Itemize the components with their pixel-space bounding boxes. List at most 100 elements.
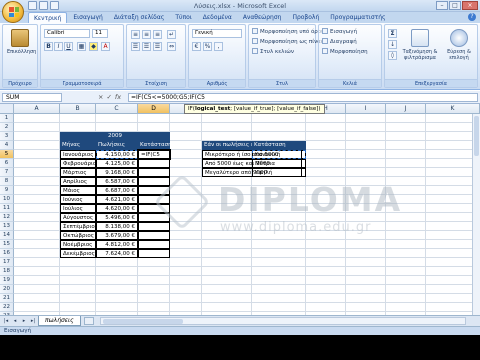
sales-cell[interactable]: 7.624,00 € (96, 249, 138, 258)
align-center-icon[interactable]: ☰ (142, 42, 151, 51)
sales-cell[interactable]: 4.125,00 € (96, 159, 138, 168)
paste-button[interactable]: Επικόλληση (7, 28, 36, 68)
office-button[interactable] (2, 1, 24, 23)
month-cell[interactable]: Αύγουστος (60, 213, 96, 222)
help-icon[interactable]: ? (468, 13, 476, 21)
row-header[interactable]: 11 (0, 204, 14, 213)
status-cell[interactable] (138, 249, 170, 258)
month-cell[interactable]: Μάιος (60, 186, 96, 195)
worksheet-grid[interactable]: ABCDEFGHIJK 1234567891011121314151617181… (0, 104, 480, 315)
sales-cell[interactable]: 4.620,00 € (96, 204, 138, 213)
borders-icon[interactable]: ▦ (77, 42, 86, 51)
tab-developer[interactable]: Προγραμματιστής (325, 12, 390, 23)
format-as-table-button[interactable]: Μορφοποίηση ως πίνακα (252, 38, 328, 46)
row-header[interactable]: 6 (0, 159, 14, 168)
vertical-scroll-thumb[interactable] (474, 116, 479, 156)
row-header[interactable]: 18 (0, 267, 14, 276)
autosum-icon[interactable]: Σ (388, 29, 397, 38)
align-right-icon[interactable]: ☰ (153, 42, 162, 51)
status-value-cell[interactable]: Μέτρια (252, 159, 306, 168)
first-sheet-icon[interactable]: |◂ (2, 317, 10, 325)
month-cell[interactable]: Ιούνιος (60, 195, 96, 204)
row-header[interactable]: 19 (0, 276, 14, 285)
tab-home[interactable]: Κεντρική (28, 12, 68, 23)
minimize-button[interactable]: – (436, 1, 448, 10)
status-cell[interactable] (138, 186, 170, 195)
tab-review[interactable]: Αναθεώρηση (238, 12, 287, 23)
column-header[interactable]: B (60, 104, 96, 114)
table2-header-status[interactable]: Κατάσταση (252, 141, 306, 150)
month-cell[interactable]: Οκτώβριος (60, 231, 96, 240)
row-header[interactable]: 10 (0, 195, 14, 204)
format-cells-button[interactable]: Μορφοποίηση (322, 48, 368, 56)
enter-entry-icon[interactable]: ✓ (106, 93, 111, 102)
row-header[interactable]: 14 (0, 231, 14, 240)
insert-cells-button[interactable]: Εισαγωγή (322, 28, 357, 36)
row-header[interactable]: 15 (0, 240, 14, 249)
row-header[interactable]: 17 (0, 258, 14, 267)
status-cell[interactable] (138, 213, 170, 222)
status-value-cell[interactable]: Υψηλή (252, 168, 306, 177)
row-header[interactable]: 12 (0, 213, 14, 222)
row-header[interactable]: 21 (0, 294, 14, 303)
status-cell[interactable] (138, 204, 170, 213)
status-cell[interactable] (138, 195, 170, 204)
row-header[interactable]: 2 (0, 123, 14, 132)
fill-icon[interactable]: ↓ (388, 40, 397, 49)
month-cell[interactable]: Σεπτέμβριος (60, 222, 96, 231)
conditional-formatting-button[interactable]: Μορφοποίηση υπό όρους (252, 28, 328, 36)
italic-button[interactable]: I (54, 42, 63, 51)
column-header[interactable]: K (426, 104, 480, 114)
sales-cell[interactable]: 8.138,00 € (96, 222, 138, 231)
wrap-text-icon[interactable]: ↵ (167, 30, 176, 39)
comma-style-icon[interactable]: , (214, 42, 223, 51)
font-name-box[interactable]: Calibri (44, 29, 90, 38)
status-cell[interactable] (138, 177, 170, 186)
underline-button[interactable]: U (64, 42, 73, 51)
row-header[interactable]: 16 (0, 249, 14, 258)
status-value-cell[interactable]: Κανονική (252, 150, 306, 159)
column-header[interactable]: D (138, 104, 170, 114)
horizontal-scrollbar[interactable] (100, 317, 466, 325)
sheet-tab-sales[interactable]: πωλήσεις (38, 316, 81, 326)
table1-header-month[interactable]: Μήνας (60, 141, 96, 150)
table1-header-status[interactable]: Κατάσταση (138, 141, 170, 150)
align-middle-icon[interactable]: ≡ (142, 30, 151, 39)
horizontal-scroll-thumb[interactable] (103, 319, 183, 324)
formula-input[interactable]: =IF(C5<=5000;G5;IF(C5 (128, 93, 478, 102)
next-sheet-icon[interactable]: ▸ (20, 317, 28, 325)
font-size-box[interactable]: 11 (92, 29, 108, 38)
row-header[interactable]: 3 (0, 132, 14, 141)
align-left-icon[interactable]: ☰ (131, 42, 140, 51)
month-cell[interactable]: Ιανουάριος (60, 150, 96, 159)
month-cell[interactable]: Νοέμβριος (60, 240, 96, 249)
month-cell[interactable]: Απρίλιος (60, 177, 96, 186)
sales-cell[interactable]: 5.496,00 € (96, 213, 138, 222)
tab-insert[interactable]: Εισαγωγή (68, 12, 108, 23)
cell-styles-button[interactable]: Στυλ κελιών (252, 48, 294, 56)
month-cell[interactable]: Μάρτιος (60, 168, 96, 177)
tab-data[interactable]: Δεδομένα (198, 12, 237, 23)
row-header[interactable]: 1 (0, 114, 14, 123)
cancel-entry-icon[interactable]: × (98, 93, 103, 102)
column-header[interactable]: I (346, 104, 386, 114)
row-header[interactable]: 5 (0, 150, 14, 159)
currency-button[interactable]: € (192, 42, 201, 51)
status-cell[interactable] (138, 159, 170, 168)
align-bottom-icon[interactable]: ≡ (153, 30, 162, 39)
name-box[interactable]: SUM (2, 93, 62, 102)
active-cell[interactable]: =IF(C5 (137, 149, 171, 160)
sales-cell[interactable]: 9.168,00 € (96, 168, 138, 177)
status-cell[interactable] (138, 168, 170, 177)
insert-function-icon[interactable]: fx (115, 93, 121, 102)
year-header[interactable]: 2009 (60, 132, 170, 141)
sales-cell[interactable]: 4.150,00 € (96, 150, 138, 159)
vertical-scrollbar[interactable] (472, 114, 480, 315)
month-cell[interactable]: Φεβρουάριος (60, 159, 96, 168)
tab-view[interactable]: Προβολή (287, 12, 324, 23)
close-button[interactable]: × (462, 1, 478, 10)
tab-formulas[interactable]: Τύποι (170, 12, 196, 23)
column-header[interactable]: J (386, 104, 426, 114)
sales-cell[interactable]: 6.587,00 € (96, 177, 138, 186)
percent-button[interactable]: % (203, 42, 212, 51)
